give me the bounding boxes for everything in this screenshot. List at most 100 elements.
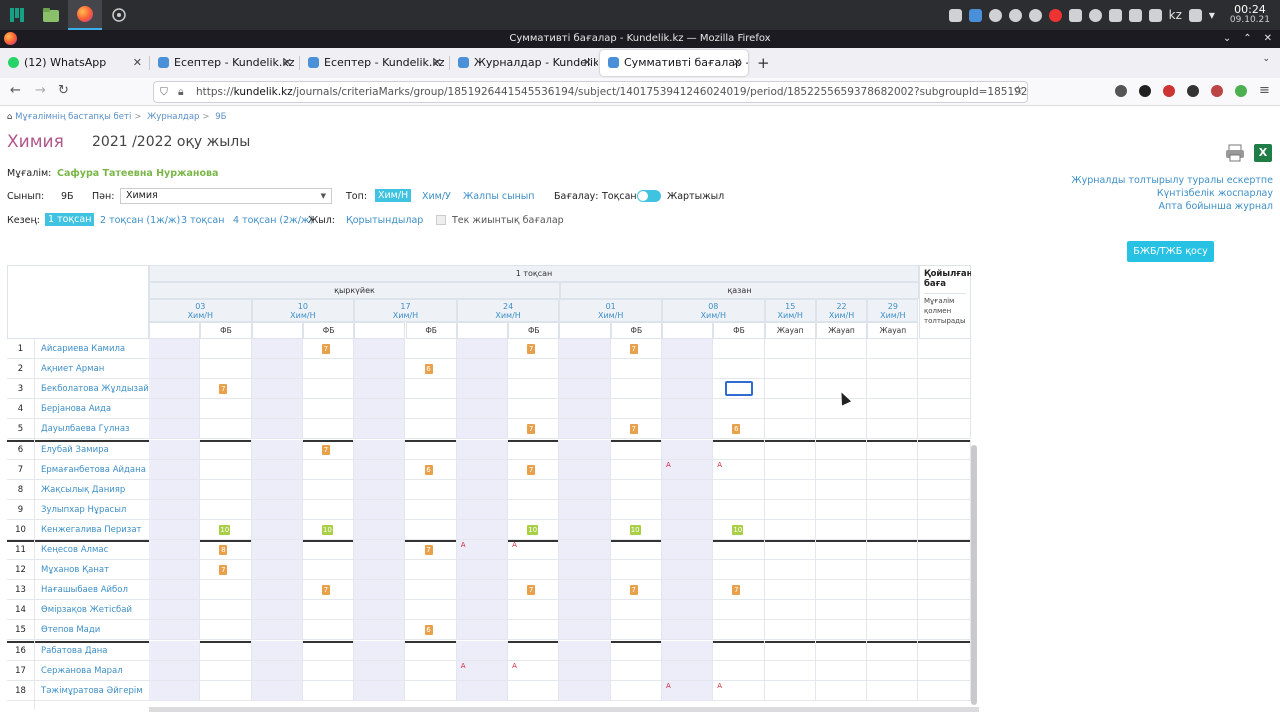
app-launcher-icon[interactable] (0, 0, 34, 30)
mark-cell[interactable] (815, 459, 868, 480)
mark-cell[interactable] (149, 600, 201, 621)
final-grade-cell[interactable] (919, 660, 971, 681)
extension-shield-icon[interactable] (1235, 85, 1247, 97)
tray-clipboard-icon[interactable] (1068, 8, 1082, 22)
mark-cell[interactable] (251, 580, 303, 601)
mark-cell[interactable]: 7 (508, 339, 560, 360)
mark-cell[interactable] (867, 399, 919, 420)
mark-cell[interactable] (713, 640, 765, 661)
mark-cell[interactable] (764, 580, 816, 601)
mark-cell[interactable] (149, 519, 201, 540)
mark-cell[interactable] (456, 519, 509, 540)
grade-mark[interactable]: 10 (219, 524, 231, 535)
student-name-link[interactable]: Кеңесов Алмас (41, 545, 108, 555)
mark-cell[interactable] (662, 519, 714, 540)
mark-cell[interactable]: 6 (405, 459, 457, 480)
reload-icon[interactable]: ↻ (58, 83, 69, 98)
mark-cell[interactable] (251, 499, 303, 520)
mark-cell[interactable] (302, 499, 355, 520)
mark-cell[interactable] (149, 339, 201, 360)
mark-cell[interactable]: 7 (200, 379, 252, 400)
back-icon[interactable]: ← (10, 83, 21, 98)
mark-cell[interactable] (149, 499, 201, 520)
tray-display-icon[interactable] (1188, 8, 1202, 22)
mark-cell[interactable] (200, 499, 252, 520)
grading-toggle[interactable] (637, 190, 661, 202)
extension-red-icon[interactable] (1163, 85, 1175, 97)
mark-cell[interactable] (456, 580, 509, 601)
mark-cell[interactable]: 6 (405, 359, 457, 380)
mark-cell[interactable] (354, 399, 406, 420)
mark-cell[interactable] (508, 640, 560, 661)
tray-expand-icon[interactable]: ▾ (1209, 8, 1215, 22)
grade-mark[interactable]: 10 (321, 524, 333, 535)
mark-cell[interactable] (867, 499, 919, 520)
tray-info-icon[interactable] (1088, 8, 1102, 22)
mark-cell[interactable] (764, 379, 816, 400)
mark-cell[interactable] (508, 439, 560, 460)
mark-cell[interactable]: 7 (405, 540, 457, 561)
mark-cell[interactable] (764, 439, 816, 460)
mark-cell[interactable] (815, 519, 868, 540)
mark-cell[interactable] (662, 560, 714, 581)
weekly-journal-link[interactable]: Апта бойынша журнал (1071, 200, 1274, 213)
mark-cell[interactable] (302, 660, 355, 681)
student-name-link[interactable]: Зулыпхар Нұрасыл (41, 505, 126, 515)
close-tab-icon[interactable]: ✕ (433, 50, 442, 76)
tray-clock-icon[interactable] (1028, 8, 1042, 22)
mark-cell[interactable] (713, 499, 765, 520)
mark-cell[interactable] (662, 499, 714, 520)
mark-cell[interactable] (149, 379, 201, 400)
grade-mark[interactable]: 7 (527, 424, 536, 435)
student-name-link[interactable]: Жақсылық Данияр (41, 485, 125, 495)
mark-cell[interactable] (251, 660, 303, 681)
period-link-3[interactable]: 3 тоқсан (181, 215, 224, 226)
mark-cell[interactable] (354, 519, 406, 540)
mark-cell[interactable]: А (456, 660, 509, 681)
mark-cell[interactable] (251, 519, 303, 540)
calendar-planning-link[interactable]: Күнтізбелік жоспарлау (1071, 187, 1273, 200)
mark-cell[interactable] (251, 560, 303, 581)
add-summative-button[interactable]: БЖБ/ТЖБ қосу (1127, 241, 1214, 262)
mark-cell[interactable]: А (713, 680, 765, 701)
mark-cell[interactable] (354, 339, 406, 360)
mark-cell[interactable] (354, 419, 406, 440)
mark-cell[interactable] (508, 399, 560, 420)
mark-cell[interactable] (200, 620, 252, 641)
mark-cell[interactable] (713, 660, 765, 681)
grade-mark[interactable]: 6 (732, 424, 741, 435)
mark-cell[interactable] (354, 680, 406, 701)
mark-cell[interactable] (662, 600, 714, 621)
mark-cell[interactable]: А (508, 660, 560, 681)
mark-cell[interactable] (559, 640, 611, 661)
mark-cell[interactable] (456, 359, 509, 380)
mark-cell[interactable] (200, 640, 252, 661)
grade-mark[interactable]: 6 (424, 625, 433, 636)
mark-cell[interactable] (867, 560, 919, 581)
mark-cell[interactable] (354, 459, 406, 480)
mark-cell[interactable] (867, 479, 919, 500)
mark-cell[interactable]: А (456, 540, 509, 561)
mark-cell[interactable] (559, 399, 611, 420)
mark-cell[interactable] (456, 499, 509, 520)
subject-select[interactable]: Химия ▼ (120, 188, 332, 204)
mark-cell[interactable] (354, 379, 406, 400)
group-link-whole-class[interactable]: Жалпы сынып (463, 191, 535, 202)
mark-cell[interactable] (149, 680, 201, 701)
mark-cell[interactable] (764, 479, 816, 500)
mark-cell[interactable] (508, 359, 560, 380)
mark-cell[interactable] (302, 379, 355, 400)
mark-cell[interactable] (405, 499, 457, 520)
grade-mark[interactable]: 10 (629, 524, 641, 535)
grade-mark[interactable]: 7 (527, 585, 536, 596)
mark-cell[interactable] (149, 640, 201, 661)
mark-cell[interactable] (456, 620, 509, 641)
mark-cell[interactable] (764, 680, 816, 701)
mark-cell[interactable] (354, 560, 406, 581)
mark-cell[interactable] (405, 560, 457, 581)
mark-cell[interactable] (405, 339, 457, 360)
only-totals-checkbox[interactable] (436, 215, 446, 225)
mark-cell[interactable] (610, 439, 662, 460)
tray-app-icon[interactable] (948, 8, 962, 22)
student-name-link[interactable]: Бекболатова Жұлдызай (41, 384, 149, 394)
